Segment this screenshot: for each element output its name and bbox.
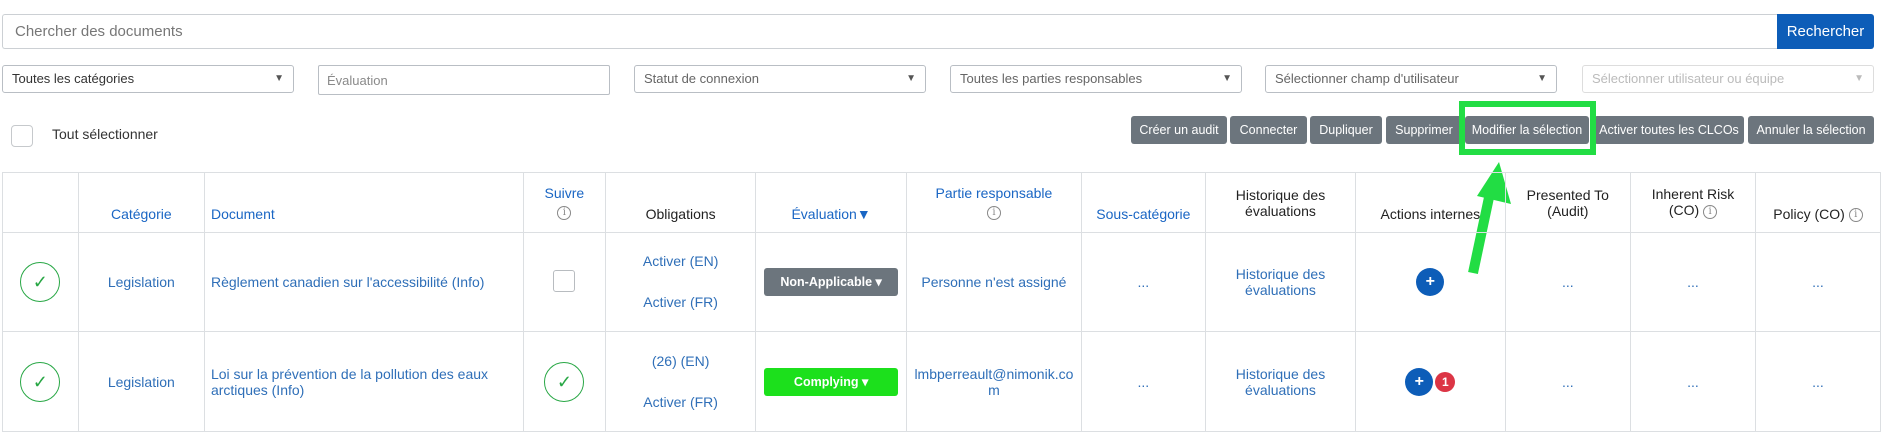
header-evaluation[interactable]: Évaluation▼ bbox=[755, 172, 908, 233]
inherent-risk-cell[interactable]: ... bbox=[1629, 232, 1757, 332]
check-circle-icon[interactable]: ✓ bbox=[20, 361, 61, 402]
header-inherent-risk: Inherent Risk (CO) i bbox=[1629, 172, 1757, 233]
evaluation-cell: Non-Applicable ▾ bbox=[755, 232, 908, 332]
follow-cell: ✓ bbox=[522, 331, 607, 432]
create-audit-button[interactable]: Créer un audit bbox=[1131, 116, 1227, 144]
chevron-down-icon: ▼ bbox=[1537, 73, 1547, 84]
add-action-button[interactable]: + bbox=[1405, 367, 1434, 396]
obligation-en-link[interactable]: (26) (EN) bbox=[612, 341, 749, 382]
header-evaluation-history: Historique des évaluations bbox=[1204, 172, 1356, 233]
document-link[interactable]: Règlement canadien sur l'accessibilité (… bbox=[203, 232, 524, 332]
chevron-down-icon: ▼ bbox=[1854, 73, 1864, 84]
subcategory-cell[interactable]: ... bbox=[1080, 331, 1206, 432]
follow-checkbox[interactable] bbox=[553, 269, 576, 292]
subcategory-cell[interactable]: ... bbox=[1080, 232, 1206, 332]
follow-cell bbox=[522, 232, 607, 332]
history-link[interactable]: Historique des évaluations bbox=[1204, 232, 1356, 332]
info-icon[interactable]: i bbox=[1703, 204, 1718, 219]
category-cell[interactable]: Legislation bbox=[77, 331, 205, 432]
user-field-filter[interactable]: Sélectionner champ d'utilisateur ▼ bbox=[1265, 65, 1557, 93]
check-circle-icon[interactable]: ✓ bbox=[20, 262, 61, 302]
user-team-filter[interactable]: Sélectionner utilisateur ou équipe ▼ bbox=[1582, 65, 1874, 93]
connect-button[interactable]: Connecter bbox=[1230, 116, 1307, 144]
documents-table: Catégorie Document Suivre i Obligations … bbox=[2, 172, 1881, 432]
header-presented-to: Presented To (Audit) bbox=[1504, 172, 1631, 233]
select-all-label: Tout sélectionner bbox=[52, 126, 158, 142]
obligation-fr-link[interactable]: Activer (FR) bbox=[612, 282, 749, 323]
cancel-selection-button[interactable]: Annuler la sélection bbox=[1748, 116, 1874, 144]
header-document[interactable]: Document bbox=[203, 172, 524, 233]
category-filter[interactable]: Toutes les catégories ▼ bbox=[2, 65, 294, 93]
chevron-down-icon: ▼ bbox=[1222, 73, 1232, 84]
row-select-cell: ✓ bbox=[2, 331, 79, 432]
header-subcategory[interactable]: Sous-catégorie bbox=[1080, 172, 1206, 233]
duplicate-button[interactable]: Dupliquer bbox=[1310, 116, 1382, 144]
header-responsible-label: Partie responsable bbox=[935, 184, 1053, 201]
evaluation-filter-input[interactable] bbox=[318, 65, 610, 95]
responsible-party-label: Toutes les parties responsables bbox=[960, 71, 1143, 86]
table-row: ✓ Legislation Loi sur la prévention de l… bbox=[2, 331, 1881, 432]
responsible-party-filter[interactable]: Toutes les parties responsables ▼ bbox=[950, 65, 1242, 93]
header-select bbox=[2, 172, 79, 233]
evaluation-cell: Complying ▾ bbox=[755, 331, 908, 432]
chevron-down-icon: ▼ bbox=[274, 73, 284, 84]
evaluation-dropdown[interactable]: Complying ▾ bbox=[764, 367, 899, 396]
info-icon[interactable]: i bbox=[1848, 208, 1863, 222]
activate-all-clcos-button[interactable]: Activer toutes les CLCOs bbox=[1594, 116, 1744, 144]
add-action-button[interactable]: + bbox=[1416, 268, 1445, 296]
follow-check-icon[interactable]: ✓ bbox=[544, 361, 585, 402]
user-field-label: Sélectionner champ d'utilisateur bbox=[1275, 71, 1459, 86]
responsible-link[interactable]: lmbperreault@nimonik.com bbox=[906, 331, 1082, 432]
obligation-fr-link[interactable]: Activer (FR) bbox=[612, 382, 749, 423]
header-obligations: Obligations bbox=[605, 172, 757, 233]
category-filter-label: Toutes les catégories bbox=[12, 71, 135, 86]
evaluation-dropdown[interactable]: Non-Applicable ▾ bbox=[764, 268, 899, 296]
chevron-down-icon: ▼ bbox=[906, 73, 916, 84]
connection-status-label: Statut de connexion bbox=[644, 71, 759, 86]
presented-to-cell[interactable]: ... bbox=[1504, 331, 1631, 432]
info-icon[interactable]: i bbox=[986, 206, 1001, 221]
header-category[interactable]: Catégorie bbox=[77, 172, 205, 233]
internal-actions-cell: +1 bbox=[1354, 331, 1506, 432]
actions-count-badge: 1 bbox=[1435, 371, 1456, 392]
table-header-row: Catégorie Document Suivre i Obligations … bbox=[2, 172, 1881, 233]
search-bar: Rechercher bbox=[2, 14, 1874, 49]
history-link[interactable]: Historique des évaluations bbox=[1204, 331, 1356, 432]
obligation-en-link[interactable]: Activer (EN) bbox=[612, 241, 749, 282]
highlight-box bbox=[1459, 101, 1596, 155]
header-responsible-party[interactable]: Partie responsable i bbox=[906, 172, 1082, 233]
header-internal-actions: Actions internes bbox=[1354, 172, 1506, 233]
row-select-cell: ✓ bbox=[2, 232, 79, 332]
inherent-risk-cell[interactable]: ... bbox=[1629, 331, 1757, 432]
policy-cell[interactable]: ... bbox=[1755, 331, 1881, 432]
category-cell[interactable]: Legislation bbox=[77, 232, 205, 332]
user-team-label: Sélectionner utilisateur ou équipe bbox=[1592, 71, 1785, 86]
select-all-checkbox[interactable] bbox=[11, 125, 33, 147]
responsible-link[interactable]: Personne n'est assigné bbox=[906, 232, 1082, 332]
connection-status-filter[interactable]: Statut de connexion ▼ bbox=[634, 65, 926, 93]
header-policy: Policy (CO) i bbox=[1755, 172, 1881, 233]
obligations-cell: (26) (EN) Activer (FR) bbox=[605, 331, 757, 432]
presented-to-cell[interactable]: ... bbox=[1504, 232, 1631, 332]
header-follow[interactable]: Suivre i bbox=[522, 172, 607, 233]
info-icon[interactable]: i bbox=[557, 206, 572, 221]
document-link[interactable]: Loi sur la prévention de la pollution de… bbox=[203, 331, 524, 432]
obligations-cell: Activer (EN) Activer (FR) bbox=[605, 232, 757, 332]
search-input[interactable] bbox=[2, 14, 1777, 49]
delete-button[interactable]: Supprimer bbox=[1386, 116, 1462, 144]
table-row: ✓ Legislation Règlement canadien sur l'a… bbox=[2, 232, 1881, 332]
header-follow-label: Suivre bbox=[544, 184, 585, 201]
internal-actions-cell: + bbox=[1354, 232, 1506, 332]
search-button[interactable]: Rechercher bbox=[1777, 14, 1874, 49]
policy-cell[interactable]: ... bbox=[1755, 232, 1881, 332]
